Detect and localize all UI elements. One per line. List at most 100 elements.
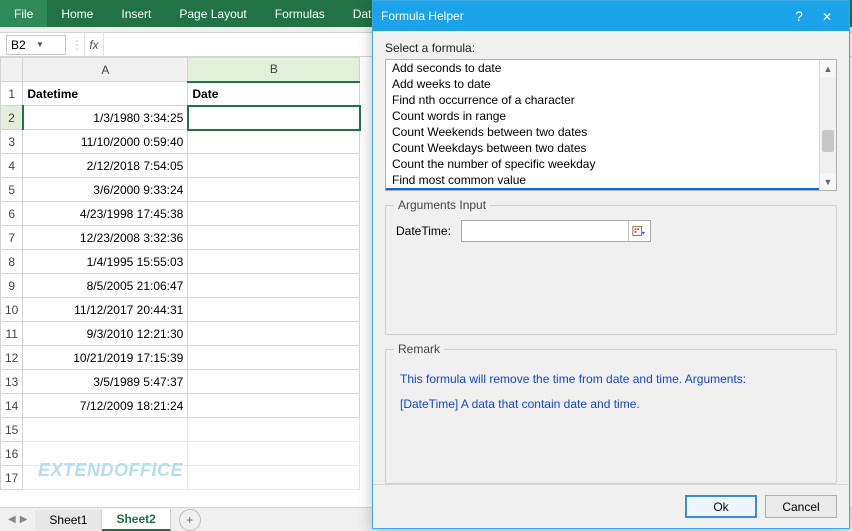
formula-item[interactable]: Count Weekends between two dates	[386, 124, 819, 140]
row-header[interactable]: 13	[1, 370, 23, 394]
formula-item[interactable]: Add seconds to date	[386, 60, 819, 76]
cell[interactable]: 1/4/1995 15:55:03	[23, 250, 188, 274]
name-box-value: B2	[11, 38, 36, 52]
sheet-tab-sheet2[interactable]: Sheet2	[102, 509, 170, 531]
cell[interactable]: 11/10/2000 0:59:40	[23, 130, 188, 154]
remark-title: Remark	[394, 342, 444, 356]
cell[interactable]	[188, 226, 360, 250]
row-header[interactable]: 16	[1, 442, 23, 466]
row-header[interactable]: 15	[1, 418, 23, 442]
formula-listbox[interactable]: Add seconds to dateAdd weeks to dateFind…	[385, 59, 837, 191]
cell[interactable]: 3/5/1989 5:47:37	[23, 370, 188, 394]
cell[interactable]: 2/12/2018 7:54:05	[23, 154, 188, 178]
cell[interactable]: 4/23/1998 17:45:38	[23, 202, 188, 226]
formula-helper-dialog: Formula Helper ? ✕ Select a formula: Add…	[372, 0, 850, 529]
scroll-down-icon[interactable]: ▼	[820, 173, 836, 190]
ribbon-tab-page-layout[interactable]: Page Layout	[165, 0, 260, 27]
row-header[interactable]: 1	[1, 82, 23, 106]
cell[interactable]	[188, 322, 360, 346]
row-header[interactable]: 8	[1, 250, 23, 274]
help-button[interactable]: ?	[785, 8, 813, 24]
cell[interactable]: 11/12/2017 20:44:31	[23, 298, 188, 322]
cell[interactable]: Date	[188, 82, 360, 106]
select-formula-label: Select a formula:	[385, 41, 837, 55]
row-header[interactable]: 4	[1, 154, 23, 178]
cell[interactable]	[23, 418, 188, 442]
formula-item[interactable]: Count Weekdays between two dates	[386, 140, 819, 156]
arg-datetime-label: DateTime:	[396, 224, 451, 238]
cell[interactable]: 3/6/2000 9:33:24	[23, 178, 188, 202]
cell[interactable]: 9/3/2010 12:21:30	[23, 322, 188, 346]
dialog-footer: Ok Cancel	[373, 484, 849, 528]
row-header[interactable]: 7	[1, 226, 23, 250]
row-header[interactable]: 3	[1, 130, 23, 154]
chevron-down-icon[interactable]: ▼	[36, 40, 61, 49]
dialog-titlebar[interactable]: Formula Helper ? ✕	[373, 1, 849, 31]
cell[interactable]	[188, 346, 360, 370]
cell[interactable]	[188, 298, 360, 322]
cell[interactable]: 7/12/2009 18:21:24	[23, 394, 188, 418]
remark-group: Remark This formula will remove the time…	[385, 349, 837, 484]
scrollbar-thumb[interactable]	[822, 130, 834, 152]
arg-datetime-input[interactable]	[462, 221, 628, 241]
cell[interactable]: Datetime	[23, 82, 188, 106]
cell[interactable]	[188, 250, 360, 274]
cell[interactable]: 10/21/2019 17:15:39	[23, 346, 188, 370]
formula-item[interactable]: Count words in range	[386, 108, 819, 124]
cell[interactable]	[188, 418, 360, 442]
row-header[interactable]: 11	[1, 322, 23, 346]
formula-item[interactable]: Remove time from date	[386, 188, 819, 191]
scrollbar-vertical[interactable]: ▲ ▼	[819, 60, 836, 190]
scroll-up-icon[interactable]: ▲	[820, 60, 836, 77]
range-picker-icon	[632, 224, 646, 238]
cell[interactable]	[188, 370, 360, 394]
col-header-B[interactable]: B	[188, 58, 360, 82]
ribbon-tab-formulas[interactable]: Formulas	[261, 0, 339, 27]
remark-line2: [DateTime] A data that contain date and …	[400, 395, 822, 414]
row-header[interactable]: 17	[1, 466, 23, 490]
row-header[interactable]: 5	[1, 178, 23, 202]
ribbon-tab-home[interactable]: Home	[47, 0, 107, 27]
cell[interactable]	[188, 154, 360, 178]
remark-line1: This formula will remove the time from d…	[400, 370, 822, 389]
range-picker-button[interactable]	[628, 221, 650, 241]
row-header[interactable]: 14	[1, 394, 23, 418]
formula-item[interactable]: Add weeks to date	[386, 76, 819, 92]
sheet-tab-sheet1[interactable]: Sheet1	[35, 510, 102, 530]
plus-icon: +	[186, 513, 193, 527]
arguments-group: Arguments Input DateTime:	[385, 205, 837, 335]
cell[interactable]	[188, 394, 360, 418]
arguments-title: Arguments Input	[394, 198, 490, 212]
cell[interactable]: 1/3/1980 3:34:25	[23, 106, 188, 130]
ribbon-tab-file[interactable]: File	[0, 0, 47, 27]
row-header[interactable]: 9	[1, 274, 23, 298]
cell[interactable]	[188, 202, 360, 226]
formula-item[interactable]: Count the number of specific weekday	[386, 156, 819, 172]
cell[interactable]: 12/23/2008 3:32:36	[23, 226, 188, 250]
select-all-corner[interactable]	[1, 58, 23, 82]
formula-item[interactable]: Find nth occurrence of a character	[386, 92, 819, 108]
sheet-nav-prev-icon[interactable]: ◀	[6, 514, 18, 525]
formula-item[interactable]: Find most common value	[386, 172, 819, 188]
ok-button[interactable]: Ok	[685, 495, 757, 518]
watermark: EXTENDOFFICE	[38, 460, 183, 481]
cancel-button[interactable]: Cancel	[765, 495, 837, 518]
add-sheet-button[interactable]: +	[179, 509, 201, 531]
row-header[interactable]: 12	[1, 346, 23, 370]
cell[interactable]	[188, 274, 360, 298]
col-header-A[interactable]: A	[23, 58, 188, 82]
close-button[interactable]: ✕	[813, 8, 841, 24]
cell[interactable]	[188, 466, 360, 490]
row-header[interactable]: 10	[1, 298, 23, 322]
name-box[interactable]: B2 ▼	[6, 35, 66, 55]
cell[interactable]: 8/5/2005 21:06:47	[23, 274, 188, 298]
ribbon-tab-insert[interactable]: Insert	[107, 0, 165, 27]
cell[interactable]	[188, 178, 360, 202]
row-header[interactable]: 6	[1, 202, 23, 226]
sheet-nav-next-icon[interactable]: ▶	[18, 514, 30, 525]
cell[interactable]	[188, 442, 360, 466]
fx-button[interactable]: fx	[84, 33, 104, 56]
row-header[interactable]: 2	[1, 106, 23, 130]
cell[interactable]	[188, 130, 360, 154]
cell[interactable]	[188, 106, 360, 130]
